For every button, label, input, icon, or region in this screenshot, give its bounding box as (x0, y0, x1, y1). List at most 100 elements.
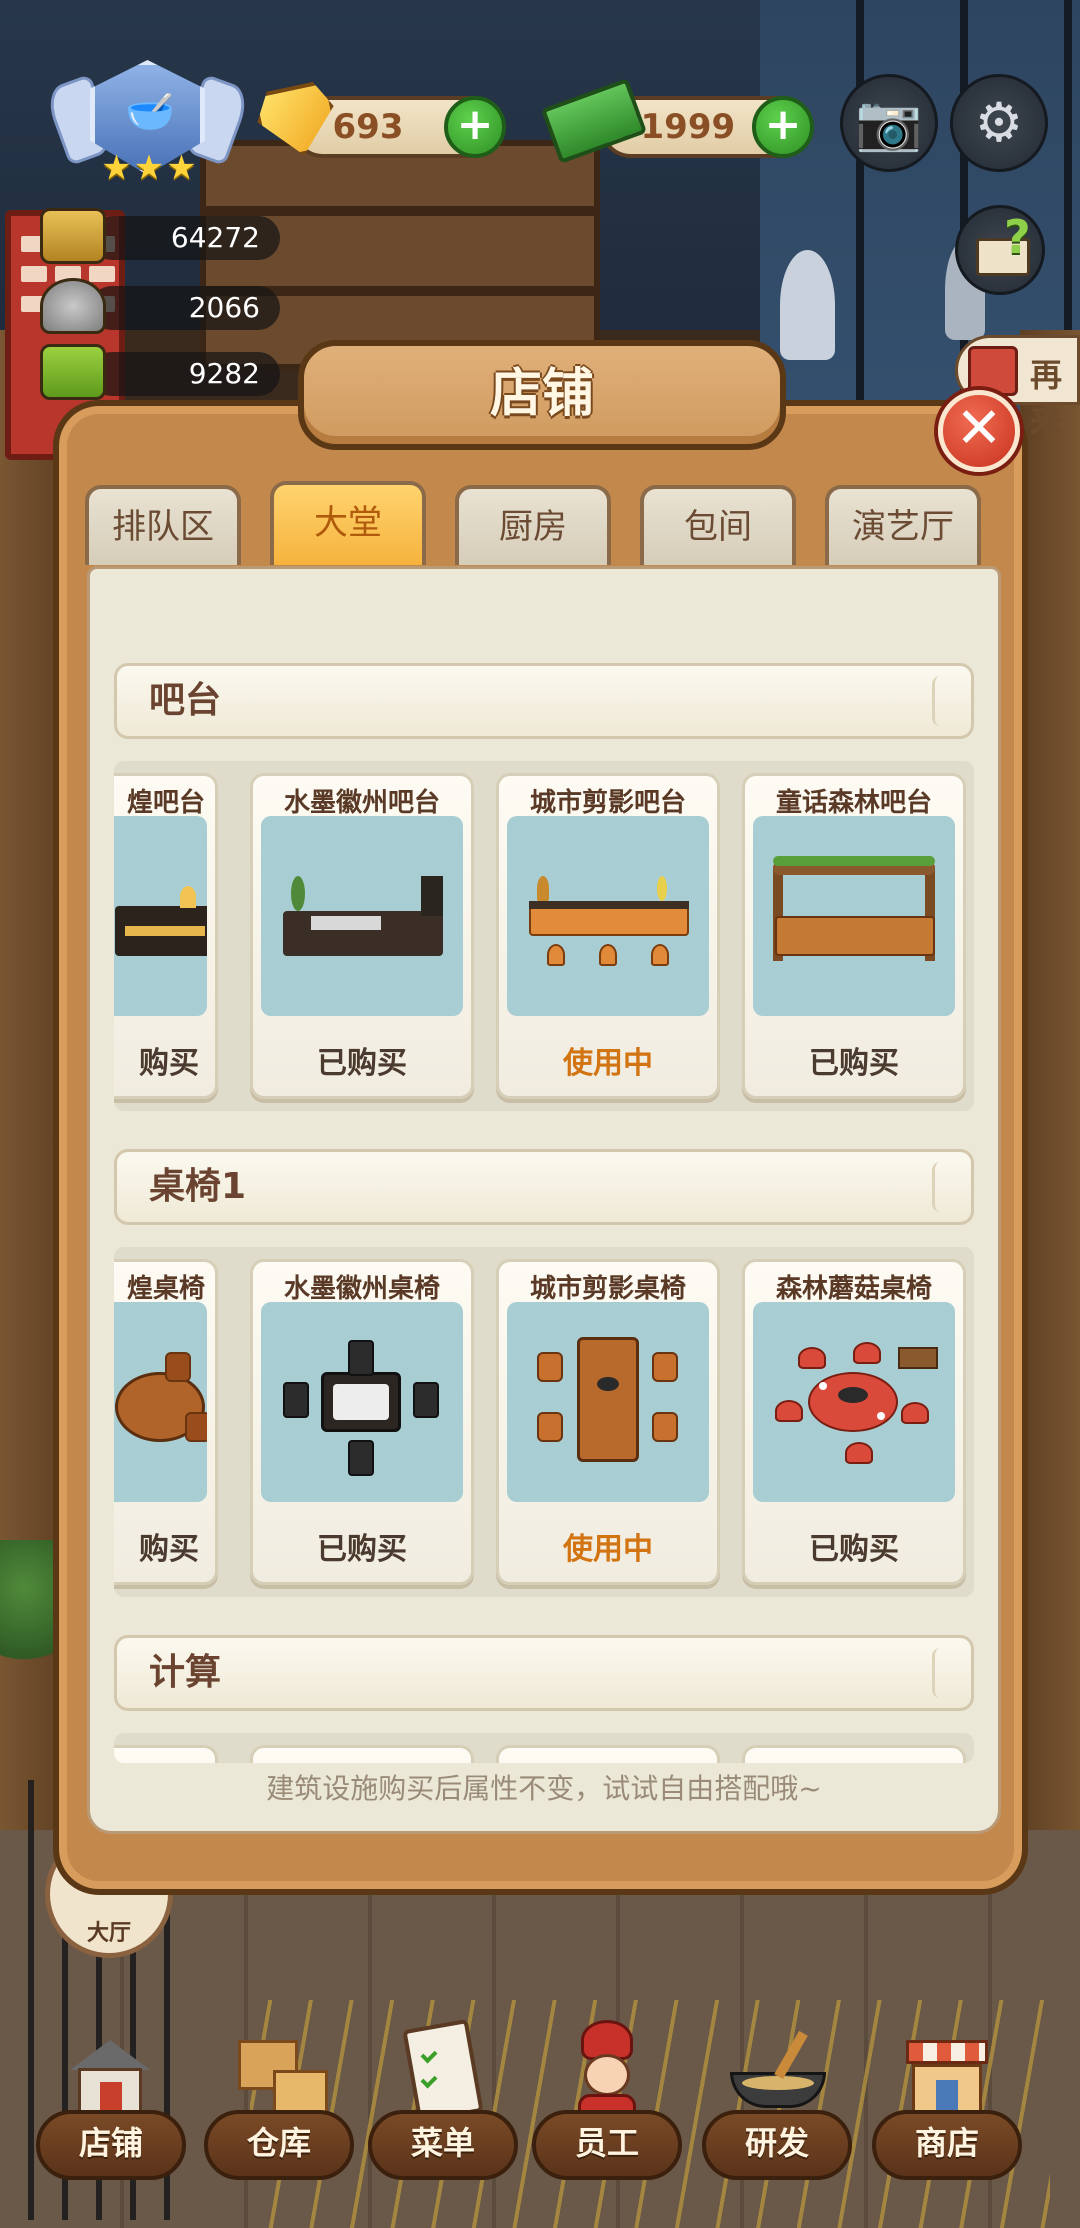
stat-value: 64272 (170, 221, 260, 254)
add-gems-button[interactable]: + (444, 96, 506, 158)
tab-queue-area[interactable]: 排队区 (85, 485, 241, 565)
close-icon: ✕ (955, 396, 1003, 461)
stat-menu: 9282 (40, 344, 280, 400)
nav-label: 店铺 (78, 2124, 143, 2162)
section-header-tables-chairs: 桌椅1 (114, 1149, 974, 1225)
nav-staff[interactable]: 员工 (526, 2010, 686, 2210)
tab-kitchen[interactable]: 厨房 (455, 485, 611, 565)
right-wall (1020, 330, 1080, 1830)
stat-value: 9282 (188, 357, 260, 390)
dish-icon (40, 278, 106, 334)
item-status: 已购买 (317, 1046, 407, 1081)
tab-label: 大堂 (314, 503, 382, 543)
shop-tabs: 排队区 大堂 厨房 包间 演艺厅 (85, 481, 985, 565)
item-name: 水墨徽州吧台 (283, 788, 440, 818)
item-name: 城市剪影吧台 (529, 788, 686, 818)
tables-chairs-list[interactable]: 煌桌椅 购买 水墨徽州桌椅 已购买 城市剪影桌椅 使用中 森林蘑菇桌椅 已购买 (114, 1247, 974, 1597)
restaurant-rank-badge[interactable]: 🥣 ★★★ (42, 60, 253, 190)
item-card[interactable] (496, 1745, 720, 1763)
item-card[interactable]: 水墨徽州吧台 已购买 (250, 773, 474, 1099)
item-status: 已购买 (809, 1046, 899, 1081)
tab-lobby[interactable]: 大堂 (270, 481, 426, 565)
item-card[interactable]: 城市剪影桌椅 使用中 (496, 1259, 720, 1585)
item-card[interactable] (114, 1745, 218, 1763)
nav-label: 菜单 (410, 2124, 475, 2162)
shop-title: 店铺 (489, 364, 594, 424)
stat-value: 2066 (188, 291, 260, 324)
item-image (114, 1302, 207, 1502)
guide-button[interactable]: ? (955, 205, 1045, 295)
section-title: 计算 (149, 1652, 222, 1693)
item-name: 煌桌椅 (126, 1274, 205, 1304)
item-card[interactable]: 煌吧台 购买 (114, 773, 218, 1099)
third-section-list[interactable] (114, 1733, 974, 1763)
nav-store[interactable]: 商店 (866, 2010, 1026, 2210)
item-card[interactable]: 水墨徽州桌椅 已购买 (250, 1259, 474, 1585)
nav-menu[interactable]: 菜单 (362, 2010, 522, 2210)
item-card[interactable]: 煌桌椅 购买 (114, 1259, 218, 1585)
shop-title-plate: 店铺 (298, 340, 786, 450)
question-icon: ? (1004, 210, 1031, 264)
item-card[interactable] (250, 1745, 474, 1763)
nav-research[interactable]: 研发 (696, 2010, 856, 2210)
bowl-whisk-icon: 🥣 (125, 89, 175, 135)
section-header-bar-counter: 吧台 (114, 663, 974, 739)
tab-theater[interactable]: 演艺厅 (825, 485, 981, 565)
item-card[interactable]: 城市剪影吧台 使用中 (496, 773, 720, 1099)
tab-label: 排队区 (112, 507, 214, 547)
item-card[interactable]: 童话森林吧台 已购买 (742, 773, 966, 1099)
nav-label: 员工 (574, 2124, 639, 2162)
nav-label: 研发 (744, 2124, 809, 2162)
stat-trophy: 64272 (40, 208, 280, 264)
close-button[interactable]: ✕ (938, 390, 1020, 472)
add-cash-button[interactable]: + (752, 96, 814, 158)
item-name: 童话森林吧台 (775, 788, 932, 818)
item-name: 森林蘑菇桌椅 (775, 1274, 932, 1304)
item-image (507, 1302, 709, 1502)
settings-button[interactable]: ⚙ (950, 74, 1048, 172)
trophy-icon (40, 208, 106, 264)
tab-label: 厨房 (499, 507, 567, 547)
nav-warehouse[interactable]: 仓库 (198, 2010, 358, 2210)
item-status: 已购买 (809, 1532, 899, 1567)
item-image (261, 1302, 463, 1502)
stat-dish: 2066 (40, 278, 280, 334)
menu-book-icon (40, 344, 106, 400)
camera-button[interactable]: 📷 (840, 74, 938, 172)
bottom-nav: 店铺 仓库 菜单 员工 研发 商店 (0, 2010, 1080, 2228)
item-status: 使用中 (563, 1532, 653, 1567)
item-card[interactable]: 森林蘑菇桌椅 已购买 (742, 1259, 966, 1585)
footer-tip: 建筑设施购买后属性不变，试试自由搭配哦~ (266, 1772, 822, 1805)
item-status: 购买 (139, 1046, 199, 1081)
bar-counter-list[interactable]: 煌吧台 购买 水墨徽州吧台 已购买 城市剪影吧台 使用中 童话森林吧台 已购买 (114, 761, 974, 1111)
item-image (261, 816, 463, 1016)
potted-plant (0, 1540, 60, 1700)
item-card[interactable] (742, 1745, 966, 1763)
event-icon (968, 346, 1018, 396)
item-image (114, 816, 207, 1016)
hall-label: 大厅 (86, 1921, 131, 1946)
camera-icon: 📷 (855, 91, 923, 154)
section-title: 桌椅1 (149, 1166, 247, 1207)
side-banner-text: 再来 (1030, 356, 1063, 440)
item-image (753, 816, 955, 1016)
nav-label: 商店 (914, 2124, 979, 2162)
item-status: 已购买 (317, 1532, 407, 1567)
item-image (753, 1302, 955, 1502)
gear-icon: ⚙ (974, 91, 1024, 154)
item-name: 城市剪影桌椅 (529, 1274, 686, 1304)
nav-label: 仓库 (246, 2124, 311, 2162)
item-name: 水墨徽州桌椅 (283, 1274, 440, 1304)
item-status: 购买 (139, 1532, 199, 1567)
section-title: 吧台 (149, 680, 222, 721)
item-name: 煌吧台 (126, 788, 205, 818)
section-header-third: 计算 (114, 1635, 974, 1711)
shop-content[interactable]: 吧台 煌吧台 购买 水墨徽州吧台 已购买 城市剪影吧台 使用中 童话森林吧台 已… (87, 566, 1001, 1834)
customer-character (780, 250, 835, 360)
tab-private-room[interactable]: 包间 (640, 485, 796, 565)
item-image (507, 816, 709, 1016)
tab-label: 包间 (684, 507, 752, 547)
item-status: 使用中 (563, 1046, 653, 1081)
nav-shop[interactable]: 店铺 (30, 2010, 190, 2210)
tab-label: 演艺厅 (852, 507, 954, 547)
